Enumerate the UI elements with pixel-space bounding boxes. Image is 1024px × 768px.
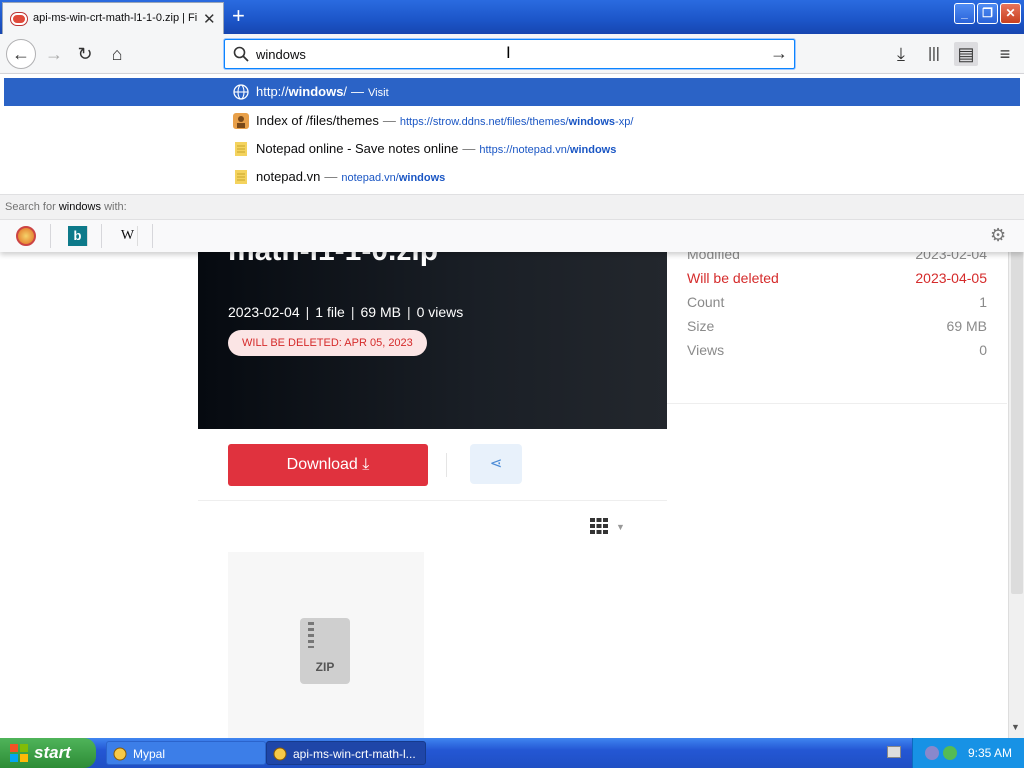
clock: 9:35 AM	[968, 746, 1013, 760]
globe-icon	[233, 84, 249, 100]
security-icon[interactable]	[943, 746, 957, 760]
download-button[interactable]: Download ⤓	[228, 444, 428, 486]
go-arrow-icon[interactable]: →	[770, 43, 788, 64]
suggestion-row[interactable]: Notepad online - Save notes online — https…	[4, 135, 1020, 163]
share-icon: ⋖	[489, 455, 503, 472]
reload-icon[interactable]: ↻	[73, 42, 97, 66]
download-icon[interactable]: ⤓	[889, 42, 913, 66]
tab-bar: api-ms-win-crt-math-l1-1-0.zip | Fi ✕ + …	[0, 0, 1024, 34]
restore-icon[interactable]: ❐	[977, 3, 998, 24]
info-views: Views 0	[687, 342, 987, 358]
tab-active[interactable]: api-ms-win-crt-math-l1-1-0.zip | Fi ✕	[2, 2, 224, 34]
start-button[interactable]: start	[0, 738, 96, 768]
search-engine-bar: b W ⚙	[0, 219, 1024, 252]
delete-date-badge: WILL BE DELETED: APR 05, 2023	[228, 330, 427, 356]
browser-icon	[113, 747, 127, 761]
close-icon[interactable]: ✕	[203, 10, 216, 28]
url-suggestion-popup: http://windows/— Visit Index of /files/th…	[0, 74, 1024, 252]
folder-avatar-icon	[233, 113, 249, 129]
notepad-icon	[235, 142, 247, 156]
share-button[interactable]: ⋖	[470, 444, 522, 484]
system-tray: 9:35 AM	[912, 738, 1024, 768]
file-info-panel: Modified 2023-02-04 Will be deleted 2023-0…	[667, 234, 1007, 404]
window-close-icon[interactable]: ✕	[1000, 3, 1021, 24]
taskbar-item-mypal[interactable]: Mypal	[106, 741, 266, 765]
library-icon[interactable]: |||	[922, 42, 946, 66]
info-size: Size 69 MB	[687, 318, 987, 334]
browser-icon	[273, 747, 287, 761]
action-bar: Download ⤓ ⋖	[198, 429, 667, 501]
file-hero-banner: math-l1-1-0.zip 2023-02-04|1 file|69 MB|…	[198, 234, 667, 429]
suggestion-row[interactable]: notepad.vn — notepad.vn/windows	[4, 163, 1020, 191]
windows-flag-icon	[10, 744, 28, 762]
notepad-icon	[235, 170, 247, 184]
back-arrow-icon[interactable]: ←	[6, 39, 36, 69]
network-icon[interactable]	[925, 746, 939, 760]
chevron-down-icon[interactable]: ▼	[616, 522, 625, 532]
search-with-label: Search for windows with:	[0, 194, 1024, 219]
info-will-be-deleted: Will be deleted 2023-04-05	[687, 270, 987, 286]
wikipedia-icon[interactable]: W	[118, 226, 138, 246]
file-meta: 2023-02-04 | 1 file | 69 MB | 0 views	[228, 304, 464, 320]
scroll-down-icon[interactable]: ▼	[1011, 722, 1020, 732]
divider	[446, 453, 447, 477]
zip-file-icon: ZIP	[300, 618, 350, 684]
new-tab-plus-icon[interactable]: +	[232, 4, 245, 28]
navigation-toolbar: ← → ↻ ⌂ → ⤓ ||| ▤ ≡	[0, 34, 1024, 74]
suggestion-row[interactable]: Index of /files/themes — https://strow.ddn…	[4, 107, 1020, 135]
bing-icon[interactable]: b	[68, 226, 88, 246]
file-size: 69 MB	[360, 304, 401, 320]
sidebar-icon[interactable]: ▤	[954, 42, 978, 66]
info-count: Count 1	[687, 294, 987, 310]
download-arrow-icon: ⤓	[362, 456, 370, 473]
suggestion-row[interactable]: http://windows/— Visit	[4, 78, 1020, 106]
taskbar-item-active-window[interactable]: api-ms-win-crt-math-l...	[266, 741, 426, 765]
zip-favicon-icon	[11, 13, 27, 25]
hamburger-menu-icon[interactable]: ≡	[993, 42, 1017, 66]
windows-taskbar: start Mypal api-ms-win-crt-math-l... 9:3…	[0, 738, 1024, 768]
minimize-icon[interactable]: _	[954, 3, 975, 24]
duckduckgo-icon[interactable]	[16, 226, 36, 246]
forward-arrow-icon[interactable]: →	[42, 42, 66, 66]
tab-title: api-ms-win-crt-math-l1-1-0.zip | Fi	[33, 12, 198, 24]
file-count: 1 file	[315, 304, 345, 320]
file-card[interactable]: ZIP	[228, 552, 424, 738]
search-icon	[233, 46, 249, 62]
gear-icon[interactable]: ⚙	[990, 225, 1006, 246]
text-cursor-icon: I	[506, 43, 511, 62]
keyboard-icon[interactable]	[887, 746, 901, 758]
grid-view-icon[interactable]	[590, 518, 608, 534]
home-icon[interactable]: ⌂	[105, 42, 129, 66]
file-date: 2023-02-04	[228, 304, 300, 320]
file-views: 0 views	[416, 304, 464, 320]
